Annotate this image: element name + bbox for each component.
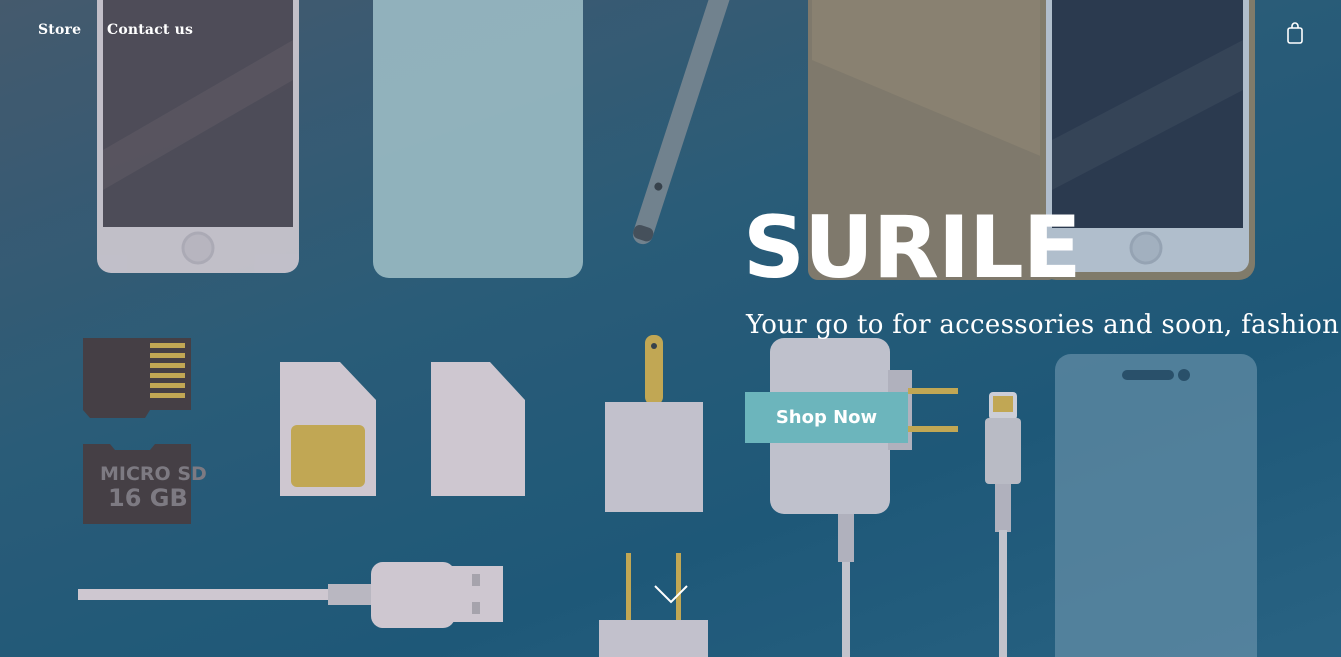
hero-section: MICRO SD 16 GB Store Contact us SURILE Y… — [0, 0, 1341, 657]
shop-now-button[interactable]: Shop Now — [745, 392, 908, 443]
hero-tagline: Your go to for accessories and soon, fas… — [746, 310, 1341, 340]
nav-link-contact-us[interactable]: Contact us — [107, 22, 193, 38]
chevron-down-icon[interactable] — [652, 582, 690, 606]
shopping-bag-icon[interactable] — [1284, 21, 1306, 45]
top-navigation: Store Contact us — [0, 0, 1341, 64]
nav-link-store[interactable]: Store — [38, 22, 81, 38]
brand-title: SURILE — [743, 198, 1082, 298]
